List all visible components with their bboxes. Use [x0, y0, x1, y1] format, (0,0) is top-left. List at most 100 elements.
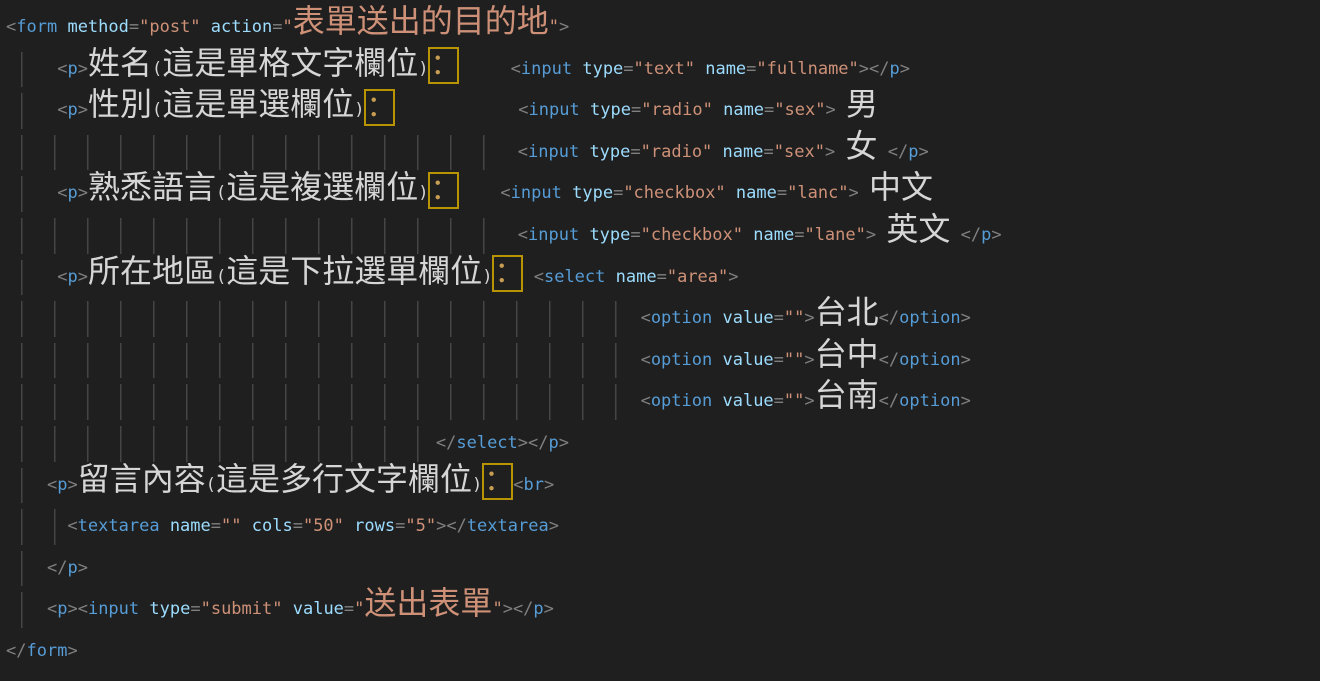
code-token: = [344, 599, 354, 619]
code-token [712, 391, 722, 411]
code-token [459, 59, 510, 79]
code-token [282, 599, 292, 619]
code-line-2[interactable]: <p>姓名(這是單格文字欄位)： <input type="text" name… [6, 49, 1320, 91]
code-line-6[interactable]: <input type="checkbox" name="lane"> 英文 <… [6, 215, 1320, 257]
code-token [139, 599, 149, 619]
code-token: > [78, 183, 88, 203]
code-token: = [631, 100, 641, 120]
code-token: > [900, 59, 910, 79]
code-token [605, 267, 615, 287]
code-token: "5" [405, 516, 436, 536]
code-token: type [589, 225, 630, 245]
code-token [242, 516, 252, 536]
code-token: > [503, 599, 513, 619]
code-token: "post" [139, 17, 200, 37]
code-line-14[interactable]: </p> [6, 548, 1320, 590]
code-line-15[interactable]: <p><input type="submit" value="送出表單"></p… [6, 589, 1320, 631]
code-token [713, 100, 723, 120]
code-token: < [47, 475, 57, 495]
code-line-16[interactable]: </form> [6, 631, 1320, 673]
code-token: input [511, 183, 562, 203]
code-token: type [589, 142, 630, 162]
code-token [6, 183, 57, 203]
code-token [6, 142, 518, 162]
code-token: type [582, 59, 623, 79]
code-token: > [991, 225, 1001, 245]
code-token: = [774, 350, 784, 370]
code-token: option [899, 391, 960, 411]
code-token: 姓名 [88, 44, 152, 82]
code-token: > [544, 475, 554, 495]
code-token [6, 100, 57, 120]
code-token: = [395, 516, 405, 536]
unicode-highlight-box: ： [482, 463, 513, 500]
code-line-8[interactable]: <option value="">台北</option> [6, 298, 1320, 340]
code-token: type [572, 183, 613, 203]
code-token: < [500, 183, 510, 203]
code-line-11[interactable]: </select></p> [6, 423, 1320, 465]
code-token: > [961, 350, 971, 370]
code-token: > [866, 225, 876, 245]
code-editor[interactable]: <form method="post" action="表單送出的目的地"> <… [0, 0, 1320, 681]
code-line-5[interactable]: <p>熟悉語言(這是複選欄位)： <input type="checkbox" … [6, 173, 1320, 215]
code-token: < [518, 142, 528, 162]
code-token: < [641, 391, 651, 411]
code-token: "lanc" [787, 183, 848, 203]
code-token: > [859, 59, 869, 79]
code-token: = [630, 142, 640, 162]
code-token: > [918, 142, 928, 162]
code-token: < [57, 100, 67, 120]
code-token: "sex" [774, 100, 825, 120]
code-token: > [549, 516, 559, 536]
unicode-highlight-box: ： [492, 255, 523, 292]
code-token [6, 516, 67, 536]
code-line-13[interactable]: <textarea name="" cols="50" rows="5"></t… [6, 506, 1320, 548]
code-token: " [282, 17, 292, 37]
code-line-12[interactable]: <p>留言內容(這是多行文字欄位)：<br> [6, 465, 1320, 507]
code-token [6, 59, 57, 79]
code-token: = [774, 308, 784, 328]
code-token: select [456, 433, 517, 453]
code-token: </ [879, 350, 899, 370]
code-token: p [57, 475, 67, 495]
code-token: </ [446, 516, 466, 536]
code-token: p [981, 225, 991, 245]
code-token [6, 599, 47, 619]
code-line-1[interactable]: <form method="post" action="表單送出的目的地"> [6, 7, 1320, 49]
code-token: 所在地區 [88, 252, 216, 290]
code-token: name [723, 100, 764, 120]
code-token: 這是下拉選單欄位 [226, 252, 482, 290]
code-token: "" [784, 391, 804, 411]
code-token: 表單送出的目的地 [293, 2, 549, 40]
code-token: < [641, 350, 651, 370]
code-token [57, 17, 67, 37]
code-token: ) [472, 475, 482, 495]
code-token: < [513, 475, 523, 495]
code-token: </ [6, 641, 26, 661]
code-token: "area" [667, 267, 728, 287]
code-line-7[interactable]: <p>所在地區(這是下拉選單欄位)： <select name="area"> [6, 257, 1320, 299]
code-token [695, 59, 705, 79]
code-token: 送出表單 [364, 584, 492, 622]
code-token [6, 350, 641, 370]
code-token: input [528, 142, 579, 162]
code-token: > [78, 558, 88, 578]
code-token: option [899, 308, 960, 328]
code-token: ( [152, 59, 162, 79]
code-token: = [777, 183, 787, 203]
code-token: p [549, 433, 559, 453]
code-token: = [630, 225, 640, 245]
code-token: = [272, 17, 282, 37]
code-line-4[interactable]: <input type="radio" name="sex"> 女 </p> [6, 132, 1320, 174]
code-token [6, 475, 47, 495]
code-line-3[interactable]: <p>性別(這是單選欄位)： <input type="radio" name=… [6, 90, 1320, 132]
unicode-highlight-box: ： [428, 47, 459, 84]
code-token: form [16, 17, 57, 37]
code-line-10[interactable]: <option value="">台南</option> [6, 381, 1320, 423]
code-token: p [67, 59, 77, 79]
code-token [6, 308, 641, 328]
code-token: "checkbox" [623, 183, 725, 203]
code-token: " [492, 599, 502, 619]
code-token: type [590, 100, 631, 120]
code-line-9[interactable]: <option value="">台中</option> [6, 340, 1320, 382]
